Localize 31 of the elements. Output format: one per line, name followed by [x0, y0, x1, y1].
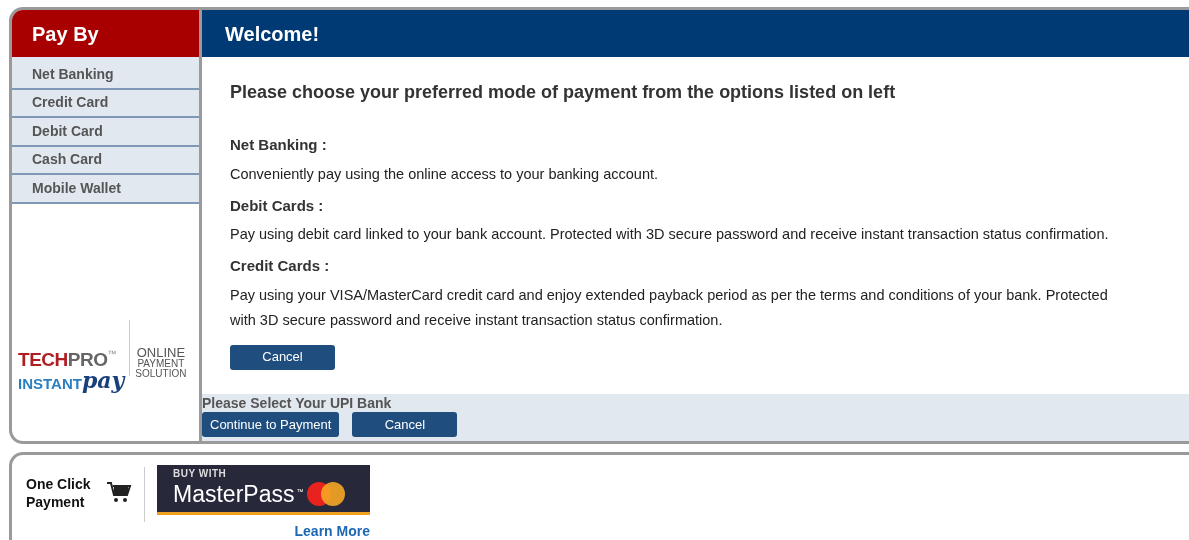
learn-more-link[interactable]: Learn More [294, 521, 370, 540]
section-title: Credit Cards : [230, 256, 331, 276]
logo-brand: TECHPRO [18, 350, 108, 369]
section-title: Net Banking : [230, 135, 328, 155]
upi-label: Please Select Your UPI Bank [202, 394, 393, 412]
logo-tagline: ONLINE [136, 346, 186, 359]
logo-sub-brand: INSTANT [18, 376, 82, 391]
payment-method-item[interactable]: Net Banking [12, 61, 199, 90]
upi-button[interactable]: Continue to Payment [202, 412, 340, 437]
badge-caption: BUY WITH [173, 469, 228, 479]
main-header: Welcome! [202, 10, 1189, 57]
badge-title: MasterPass [173, 480, 295, 509]
logo-tagline: SOLUTION [135, 369, 187, 379]
payment-method-item[interactable]: Credit Card [12, 89, 199, 118]
section-text: Conveniently pay using the online access to your banking account. [230, 164, 660, 184]
upi-button[interactable]: Cancel [352, 412, 458, 437]
section-title: Debit Cards : [230, 195, 325, 216]
section-text: Pay using your VISA/MasterCard credit card and enjoy extended payback period as per the terms and conditions of your bank. Protected with 3D secure password and receive instant transaction status confirmation. [230, 285, 1109, 330]
circles-logo-icon [305, 480, 348, 508]
one-click-label: One Click Payment [26, 475, 92, 511]
trademark-sign: ™ [107, 350, 117, 359]
payment-method-item[interactable]: Cash Card [12, 146, 199, 175]
cancel-button[interactable]: Cancel [230, 344, 335, 370]
instruction-heading: Please choose your preferred mode of payment from the options listed on left [230, 81, 897, 104]
payment-method-item[interactable]: Mobile Wallet [12, 175, 199, 204]
section-text: Pay using debit card linked to your bank account. Protected with 3D secure password and receive instant transaction status confirmation. [230, 225, 1110, 244]
logo-tagline: PAYMENT [137, 359, 185, 369]
logo-script: pay [81, 369, 125, 391]
cart-icon [106, 481, 132, 505]
sidebar-header: Pay By [12, 10, 199, 57]
payment-method-item[interactable]: Debit Card [12, 118, 199, 147]
